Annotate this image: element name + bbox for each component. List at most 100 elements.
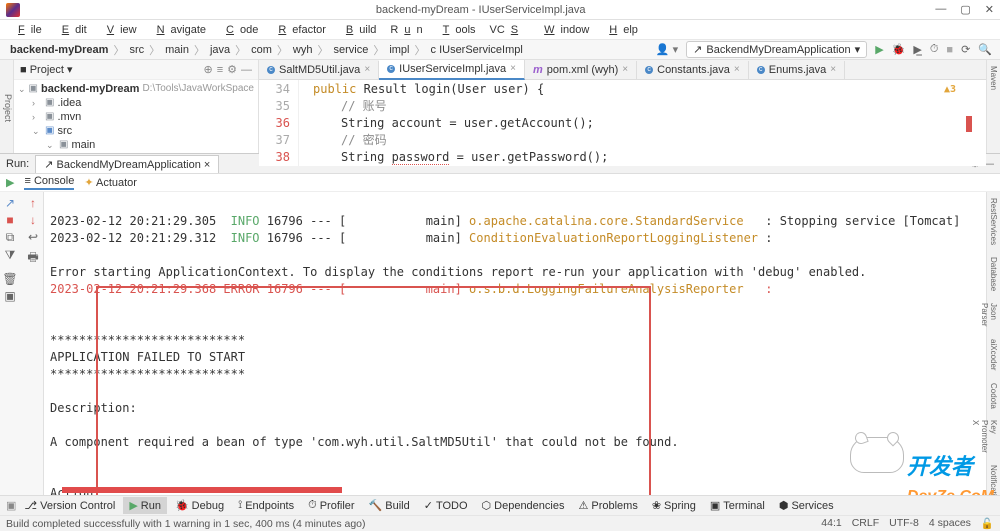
down-icon[interactable]: ↓ [30, 213, 36, 227]
select-open-file-icon[interactable]: ⊕ [203, 63, 212, 76]
close-window-icon[interactable]: ✕ [985, 3, 994, 16]
run-config-tab[interactable]: ↗ BackendMyDreamApplication × [35, 155, 219, 173]
up-icon[interactable]: ↑ [30, 196, 36, 210]
status-eol[interactable]: CRLF [852, 517, 879, 530]
close-tab-icon[interactable]: × [622, 64, 628, 75]
menu-run[interactable]: Run [384, 22, 428, 38]
search-icon[interactable]: 🔍 [978, 43, 992, 56]
filter-icon[interactable]: ⧩ [5, 248, 16, 269]
restart-icon[interactable]: ↗ [5, 196, 15, 210]
menu-navigate[interactable]: Navigate [145, 22, 212, 38]
editor-tab[interactable]: cConstants.java× [637, 61, 749, 79]
menu-view[interactable]: View [95, 22, 143, 38]
menu-refactor[interactable]: Refactor [266, 22, 332, 38]
tool-build[interactable]: 🔨 Build [363, 497, 416, 514]
menu-help[interactable]: Help [597, 22, 644, 38]
hide-panel-icon[interactable]: — [241, 64, 252, 76]
tree-item[interactable]: ⌄▣ src [18, 124, 254, 138]
console-tab[interactable]: ≡ Console [24, 175, 74, 190]
editor-tab[interactable]: mpom.xml (wyh)× [525, 61, 637, 79]
tool-problems[interactable]: ⚠ Problems [572, 497, 643, 514]
window-title: backend-myDream - IUserServiceImpl.java [26, 4, 935, 16]
tool-services[interactable]: ⬢ Services [773, 497, 840, 514]
close-tab-icon[interactable]: × [734, 64, 740, 75]
gear-icon[interactable]: ⚙ [227, 63, 237, 76]
wrap-icon[interactable]: ↩ [28, 230, 38, 245]
menu-vcs[interactable]: VCS [484, 22, 531, 38]
status-encoding[interactable]: UTF-8 [889, 517, 919, 530]
tool-todo[interactable]: ✓ TODO [418, 497, 474, 514]
tree-item[interactable]: ⌄▣ main [18, 138, 254, 152]
crumb[interactable]: main [163, 44, 191, 56]
right-tool-maven[interactable]: Maven [987, 60, 1000, 96]
menu-window[interactable]: Window [532, 22, 595, 38]
status-position[interactable]: 44:1 [821, 517, 841, 530]
tool-dependencies[interactable]: ⬡ Dependencies [476, 497, 571, 514]
close-tab-icon[interactable]: × [364, 64, 370, 75]
trash-icon[interactable]: 🗑 [2, 272, 17, 286]
menu-edit[interactable]: Edit [50, 22, 93, 38]
right-tool[interactable]: Json Parser [987, 297, 1000, 333]
run-button-icon[interactable]: ▶ [875, 43, 883, 56]
left-stripe-project[interactable]: Project [0, 60, 14, 153]
right-tool[interactable]: Codota [987, 377, 1000, 415]
debug-button-icon[interactable]: 🐞 [892, 43, 906, 56]
tool-endpoints[interactable]: ⟟ Endpoints [232, 497, 300, 514]
status-indent[interactable]: 4 spaces [929, 517, 971, 530]
crumb[interactable]: src [127, 44, 146, 56]
close-tab-icon[interactable]: × [830, 64, 836, 75]
menu-build[interactable]: Build [334, 22, 382, 38]
crumb[interactable]: wyh [291, 44, 315, 56]
tool-run[interactable]: ▶ Run [123, 497, 167, 514]
crumb[interactable]: service [331, 44, 370, 56]
crumb-file[interactable]: c IUserServiceImpl [429, 44, 525, 56]
mascot-cat-icon [840, 423, 910, 473]
user-icon[interactable]: 👤 ▾ [656, 43, 678, 56]
editor-tab-active[interactable]: cIUserServiceImpl.java× [379, 60, 525, 80]
crumb[interactable]: impl [387, 44, 411, 56]
status-lock-icon[interactable]: 🔓 [981, 517, 994, 530]
tool-vcs[interactable]: ⎇ Version Control [18, 497, 121, 514]
maximize-icon[interactable]: ▢ [960, 3, 970, 16]
project-tab-label[interactable]: ■ Project ▾ [20, 63, 73, 76]
tree-item[interactable]: ›▣ .idea [18, 96, 254, 110]
expand-all-icon[interactable]: ≡ [217, 64, 223, 76]
tool-window-icon[interactable]: ▣ [6, 499, 16, 512]
editor-tab[interactable]: cEnums.java× [749, 61, 845, 79]
menu-tools[interactable]: Tools [431, 22, 482, 38]
rerun-icon[interactable]: ▶ [6, 176, 14, 189]
exit-icon[interactable]: ⧉ [6, 230, 15, 245]
crumb[interactable]: java [208, 44, 232, 56]
tool-debug[interactable]: 🐞 Debug [169, 497, 230, 514]
stop-button-icon[interactable]: ■ [946, 44, 953, 56]
menu-code[interactable]: Code [214, 22, 264, 38]
status-message: Build completed successfully with 1 warn… [6, 518, 366, 530]
right-tool[interactable]: Database [987, 251, 1000, 297]
error-stripe[interactable] [966, 116, 972, 132]
right-tool[interactable]: aiXcoder [987, 333, 1000, 377]
highlight-box [96, 286, 651, 504]
right-tool[interactable]: RestServices [987, 192, 1000, 251]
tree-item[interactable]: ›▣ .mvn [18, 110, 254, 124]
tree-root[interactable]: ⌄▣ backend-myDream D:\Tools\JavaWorkSpac… [18, 82, 254, 96]
tool-spring[interactable]: ❀ Spring [646, 497, 702, 514]
close-tab-icon[interactable]: × [510, 63, 516, 74]
editor-tab[interactable]: cSaltMD5Util.java× [259, 61, 379, 79]
profile-button-icon[interactable]: ⏱ [930, 43, 939, 56]
build-icon[interactable]: ⟳ [961, 43, 970, 56]
run-configuration-select[interactable]: ↗ BackendMyDreamApplication ▾ [686, 41, 867, 58]
stop-icon[interactable]: ■ [6, 213, 13, 227]
code-editor[interactable]: 34 35 36 37 38 public Result login(User … [259, 80, 986, 166]
minimize-icon[interactable]: — [935, 3, 946, 16]
crumb-root[interactable]: backend-myDream [8, 44, 110, 56]
layout-icon[interactable]: ▣ [4, 289, 15, 303]
warning-badge[interactable]: ▲3 [944, 84, 956, 95]
crumb[interactable]: com [249, 44, 274, 56]
progress-bar-error [62, 487, 342, 493]
tool-terminal[interactable]: ▣ Terminal [704, 497, 771, 514]
tool-profiler[interactable]: ⏱ Profiler [302, 497, 360, 514]
menu-file[interactable]: File [6, 22, 48, 38]
coverage-button-icon[interactable]: ▶̲ [913, 43, 921, 56]
print-icon[interactable]: 🖶 [27, 248, 38, 269]
actuator-tab[interactable]: ✦ Actuator [84, 176, 137, 189]
